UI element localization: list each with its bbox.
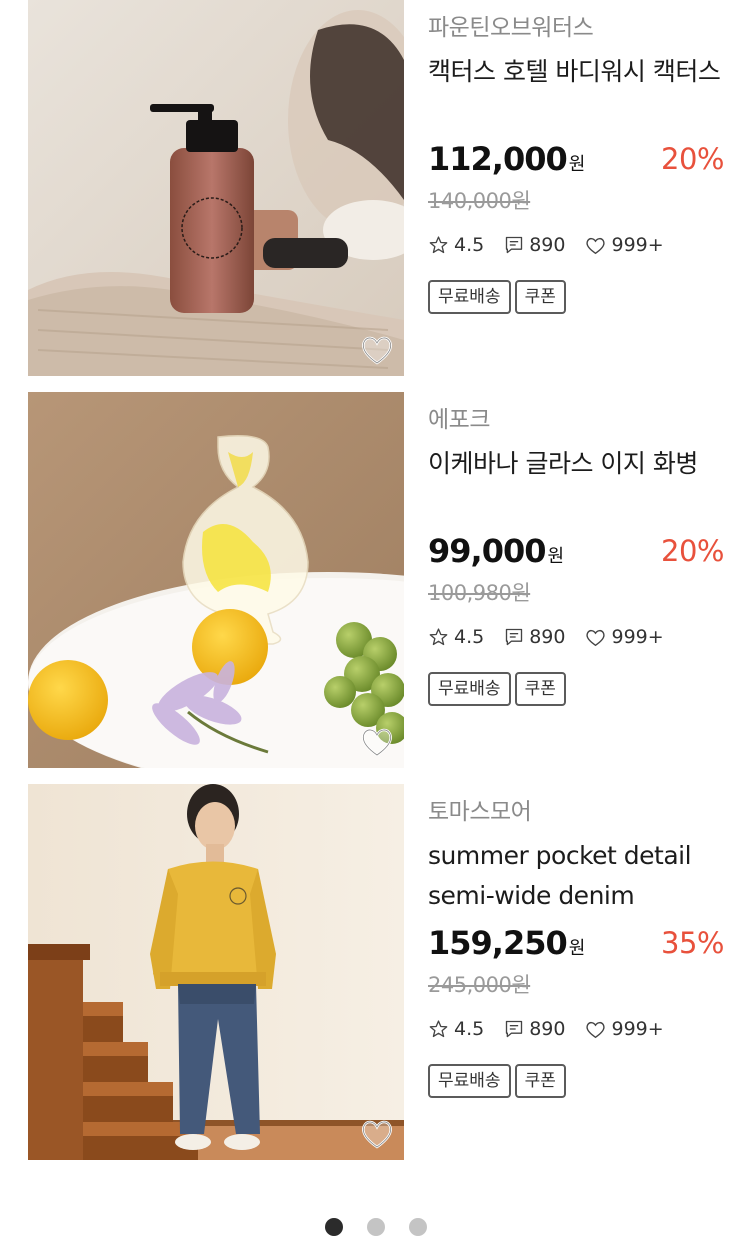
rating-value: 4.5 <box>454 626 485 648</box>
product-image-denim[interactable] <box>28 784 404 1160</box>
free-shipping-tag: 무료배송 <box>428 672 511 706</box>
product-title[interactable]: 이케바나 글라스 이지 화병 <box>428 444 728 484</box>
like-count: 999+ <box>611 234 664 256</box>
product-stats: 4.5 890 999+ <box>428 1015 684 1043</box>
product-stats: 4.5 890 999+ <box>428 623 684 651</box>
coupon-tag: 쿠폰 <box>514 1064 566 1098</box>
sale-price: 159,250 <box>428 924 568 962</box>
product-title[interactable]: 캑터스 호텔 바디워시 캑터스 <box>428 52 728 92</box>
sale-price: 99,000 <box>428 532 546 570</box>
like-count: 999+ <box>611 1018 664 1040</box>
comment-icon <box>506 236 523 254</box>
pagination-dots <box>0 1218 752 1238</box>
heart-overlay-icon[interactable] <box>360 726 394 758</box>
star-outline-icon <box>429 628 448 646</box>
currency-unit: 원 <box>568 154 586 175</box>
product-card[interactable]: 파운틴오브워터스 캑터스 호텔 바디워시 캑터스 112,000 원 20% 14… <box>28 0 728 376</box>
review-count: 890 <box>529 234 566 256</box>
brand-name[interactable]: 에포크 <box>428 400 490 434</box>
like-count: 999+ <box>611 626 664 648</box>
star-outline-icon <box>429 1020 448 1038</box>
product-list-page: 파운틴오브워터스 캑터스 호텔 바디워시 캑터스 112,000 원 20% 14… <box>0 0 752 1238</box>
tag-list: 무료배송 쿠폰 <box>428 1064 566 1098</box>
star-outline-icon <box>429 236 448 254</box>
currency-unit: 원 <box>547 546 565 567</box>
price-row: 99,000 원 20% <box>428 532 724 572</box>
discount-rate: 20% <box>661 142 724 176</box>
review-stat[interactable]: 890 <box>504 234 565 256</box>
like-stat[interactable]: 999+ <box>585 626 664 648</box>
original-price: 245,000원 <box>428 973 531 997</box>
product-card[interactable]: 에포크 이케바나 글라스 이지 화병 99,000 원 20% 100,980원 … <box>28 392 728 768</box>
original-price: 100,980원 <box>428 581 531 605</box>
like-stat[interactable]: 999+ <box>585 234 664 256</box>
coupon-tag: 쿠폰 <box>514 280 566 314</box>
page-dot-2[interactable] <box>367 1218 385 1236</box>
coupon-tag: 쿠폰 <box>514 672 566 706</box>
currency-unit: 원 <box>568 938 586 959</box>
rating-value: 4.5 <box>454 234 485 256</box>
price-row: 112,000 원 20% <box>428 140 724 180</box>
discount-rate: 35% <box>661 926 724 960</box>
product-card[interactable]: 토마스모어 summer pocket detail semi-wide den… <box>28 784 728 1160</box>
free-shipping-tag: 무료배송 <box>428 1064 511 1098</box>
price-row: 159,250 원 35% <box>428 924 724 964</box>
rating-stat: 4.5 <box>428 234 484 256</box>
comment-icon <box>506 1020 523 1038</box>
heart-outline-icon <box>586 1021 606 1038</box>
heart-outline-icon <box>586 629 606 646</box>
brand-name[interactable]: 파운틴오브워터스 <box>428 8 594 42</box>
review-count: 890 <box>529 626 566 648</box>
page-dot-1[interactable] <box>325 1218 343 1236</box>
product-stats: 4.5 890 999+ <box>428 231 684 259</box>
like-stat[interactable]: 999+ <box>585 1018 664 1040</box>
free-shipping-tag: 무료배송 <box>428 280 511 314</box>
original-price: 140,000원 <box>428 189 531 213</box>
heart-outline-icon <box>586 237 606 254</box>
product-image-body-wash[interactable] <box>28 0 404 376</box>
review-stat[interactable]: 890 <box>504 1018 565 1040</box>
product-title[interactable]: summer pocket detail semi-wide denim <box>428 836 728 916</box>
rating-stat: 4.5 <box>428 626 484 648</box>
rating-stat: 4.5 <box>428 1018 484 1040</box>
review-count: 890 <box>529 1018 566 1040</box>
tag-list: 무료배송 쿠폰 <box>428 280 566 314</box>
rating-value: 4.5 <box>454 1018 485 1040</box>
heart-overlay-icon[interactable] <box>360 1118 394 1150</box>
discount-rate: 20% <box>661 534 724 568</box>
review-stat[interactable]: 890 <box>504 626 565 648</box>
comment-icon <box>506 628 523 646</box>
brand-name[interactable]: 토마스모어 <box>428 792 532 826</box>
page-dot-3[interactable] <box>409 1218 427 1236</box>
tag-list: 무료배송 쿠폰 <box>428 672 566 706</box>
product-image-glass-vase[interactable] <box>28 392 404 768</box>
sale-price: 112,000 <box>428 140 568 178</box>
heart-overlay-icon[interactable] <box>360 334 394 366</box>
